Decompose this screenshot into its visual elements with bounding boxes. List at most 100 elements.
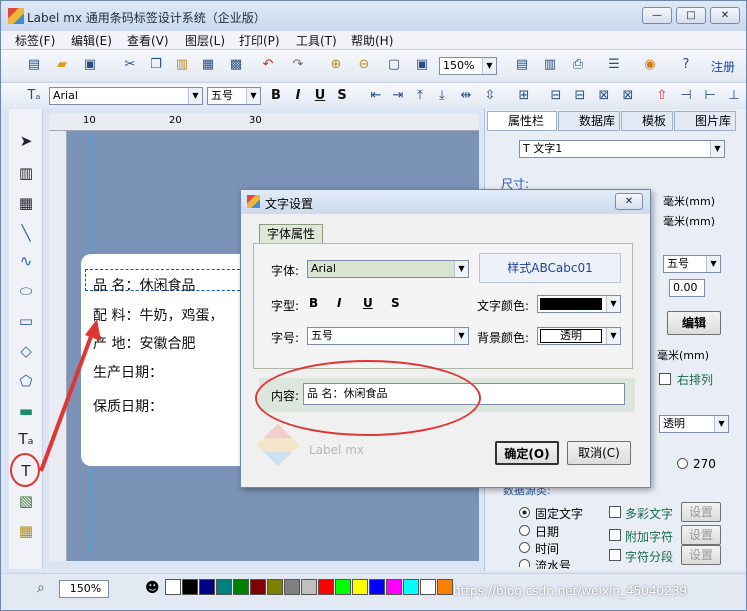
- color-swatch[interactable]: [233, 579, 249, 595]
- align-top-icon[interactable]: ⤒: [411, 87, 429, 105]
- align-center-v-icon[interactable]: ⇳: [481, 87, 499, 105]
- color-swatch[interactable]: [216, 579, 232, 595]
- color-swatch[interactable]: [250, 579, 266, 595]
- checkbox-char-segment[interactable]: [609, 549, 621, 561]
- database-icon[interactable]: ☰: [605, 56, 623, 74]
- font-family-select[interactable]: Arial ▼: [49, 87, 203, 105]
- duplicate-icon[interactable]: ▦: [199, 56, 217, 74]
- align-center-h-icon[interactable]: ⇹: [457, 87, 475, 105]
- tab-database[interactable]: 数据库: [558, 111, 620, 131]
- maximize-button[interactable]: □: [676, 7, 706, 24]
- italic-button[interactable]: I: [289, 87, 307, 105]
- barcode-icon[interactable]: ▥: [14, 161, 38, 185]
- menu-label[interactable]: 标签(F): [15, 32, 55, 49]
- distribute-v-icon[interactable]: ⊟: [571, 87, 589, 105]
- group-icon[interactable]: ⊞: [515, 87, 533, 105]
- color-swatch[interactable]: [199, 579, 215, 595]
- bold-button[interactable]: B: [267, 87, 285, 105]
- color-swatch[interactable]: [301, 579, 317, 595]
- menu-edit[interactable]: 编辑(E): [71, 32, 112, 49]
- color-swatch[interactable]: [335, 579, 351, 595]
- cancel-button[interactable]: 取消(C): [567, 441, 631, 465]
- menu-tools[interactable]: 工具(T): [296, 32, 337, 49]
- dialog-strike-button[interactable]: S: [391, 296, 400, 310]
- print-preview-icon[interactable]: ▤: [513, 56, 531, 74]
- settings-icon[interactable]: ◉: [641, 56, 659, 74]
- grid-icon[interactable]: ▩: [227, 56, 245, 74]
- fit-page-icon[interactable]: ▢: [385, 56, 403, 74]
- color-swatch[interactable]: [267, 579, 283, 595]
- color-swatch[interactable]: [420, 579, 436, 595]
- radio-time[interactable]: [519, 542, 530, 553]
- angle-270-radio[interactable]: [677, 458, 688, 469]
- menu-layer[interactable]: 图层(L): [185, 32, 225, 49]
- save-icon[interactable]: ▣: [81, 56, 99, 74]
- color-none-swatch[interactable]: [165, 579, 181, 595]
- same-height-icon[interactable]: ⊠: [619, 87, 637, 105]
- text-style-icon[interactable]: Tₐ: [25, 87, 43, 105]
- align-right-icon[interactable]: ⇥: [389, 87, 407, 105]
- pointer-icon[interactable]: ➤: [14, 129, 38, 153]
- center-h-icon[interactable]: ⊣: [677, 87, 695, 105]
- cut-icon[interactable]: ✂: [121, 56, 139, 74]
- radio-fixed-text[interactable]: [519, 507, 530, 518]
- object-select[interactable]: T 文字1 ▼: [519, 140, 725, 158]
- help-icon[interactable]: ?: [677, 56, 695, 74]
- tab-template[interactable]: 模板: [621, 111, 673, 131]
- font-size-select[interactable]: 五号 ▼: [207, 87, 261, 105]
- color-swatch[interactable]: [403, 579, 419, 595]
- label-line-name[interactable]: 品 名：休闲食品: [93, 275, 195, 295]
- ellipse-icon[interactable]: ⬭: [14, 279, 38, 303]
- print-icon[interactable]: ⎙: [569, 56, 587, 74]
- close-button[interactable]: ✕: [710, 7, 740, 24]
- right-align-checkbox[interactable]: [659, 373, 671, 385]
- label-line-ingredients[interactable]: 配 料：牛奶，鸡蛋，: [93, 305, 223, 325]
- multicolor-setting-button[interactable]: 设置: [681, 502, 721, 522]
- tab-font-properties[interactable]: 字体属性: [259, 224, 323, 244]
- color-swatch[interactable]: [352, 579, 368, 595]
- register-link[interactable]: 注册: [711, 58, 735, 75]
- dialog-size-select[interactable]: 五号 ▼: [307, 327, 469, 345]
- color-swatch[interactable]: [284, 579, 300, 595]
- transparent-select[interactable]: 透明 ▼: [659, 415, 729, 433]
- paste-icon[interactable]: ▥: [173, 56, 191, 74]
- append-setting-button[interactable]: 设置: [681, 525, 721, 545]
- ok-button[interactable]: 确定(O): [495, 441, 559, 465]
- same-width-icon[interactable]: ⊠: [595, 87, 613, 105]
- segment-setting-button[interactable]: 设置: [681, 545, 721, 565]
- dialog-font-select[interactable]: Arial ▼: [307, 260, 469, 278]
- color-swatch[interactable]: [318, 579, 334, 595]
- more-icon[interactable]: ⊥: [725, 87, 743, 105]
- image-icon[interactable]: ▧: [14, 489, 38, 513]
- curve-icon[interactable]: ∿: [14, 249, 38, 273]
- menu-help[interactable]: 帮助(H): [351, 32, 393, 49]
- color-swatch[interactable]: [369, 579, 385, 595]
- bg-color-select[interactable]: 透明 ▼: [537, 327, 621, 345]
- align-left-icon[interactable]: ⇤: [367, 87, 385, 105]
- zoom-select[interactable]: 150% ▼: [439, 57, 497, 75]
- spacing-input[interactable]: 0.00: [669, 279, 705, 297]
- color-swatch[interactable]: [386, 579, 402, 595]
- center-v-icon[interactable]: ⊢: [701, 87, 719, 105]
- edit-button[interactable]: 编辑: [667, 311, 721, 335]
- zoom-out-icon[interactable]: ⊖: [355, 56, 373, 74]
- menu-view[interactable]: 查看(V): [127, 32, 169, 49]
- dialog-close-button[interactable]: ✕: [615, 193, 643, 210]
- radio-serial[interactable]: [519, 559, 530, 567]
- minimize-button[interactable]: —: [642, 7, 672, 24]
- radio-date[interactable]: [519, 525, 530, 536]
- open-icon[interactable]: ▰: [53, 56, 71, 74]
- new-icon[interactable]: ▤: [25, 56, 43, 74]
- color-swatch[interactable]: [182, 579, 198, 595]
- panel-font-size-select[interactable]: 五号 ▼: [663, 255, 721, 273]
- qrcode-icon[interactable]: ▦: [14, 191, 38, 215]
- distribute-h-icon[interactable]: ⊟: [547, 87, 565, 105]
- copy-icon[interactable]: ❐: [147, 56, 165, 74]
- strike-button[interactable]: S: [333, 87, 351, 105]
- checkbox-append-char[interactable]: [609, 529, 621, 541]
- underline-button[interactable]: U: [311, 87, 329, 105]
- checkbox-multicolor[interactable]: [609, 506, 621, 518]
- align-bottom-icon[interactable]: ⤓: [433, 87, 451, 105]
- color-swatch[interactable]: [437, 579, 453, 595]
- redo-icon[interactable]: ↷: [289, 56, 307, 74]
